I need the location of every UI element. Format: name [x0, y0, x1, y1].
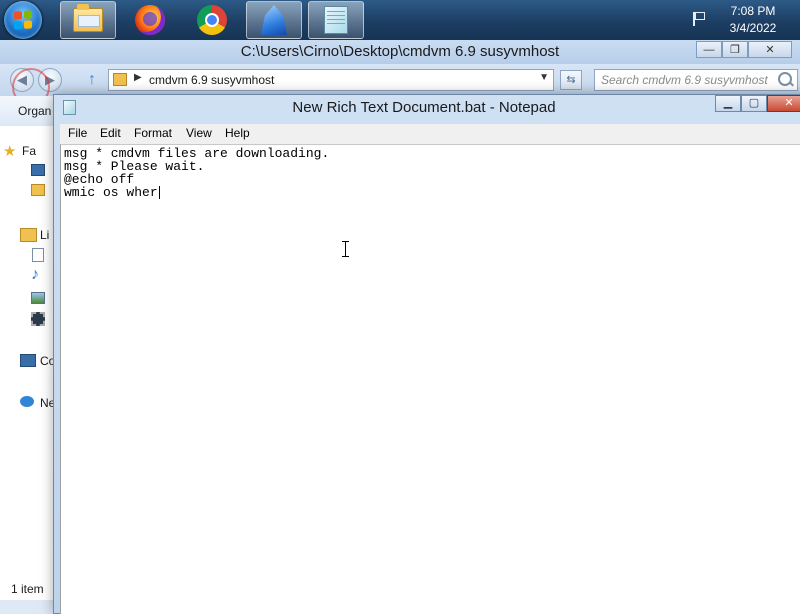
notepad-window-controls: ▁ ▢ ✕ — [715, 95, 800, 113]
pictures-icon[interactable] — [31, 292, 45, 304]
ibeam-cursor-icon — [342, 241, 350, 257]
taskbar-explorer-button[interactable] — [60, 1, 116, 39]
desktop-icon[interactable] — [31, 164, 45, 176]
text-line-current: wmic os wher — [64, 186, 160, 199]
explorer-navigation-bar: ◀ ▶ ↑ ▶ cmdvm 6.9 susyvmhost ▼ ⇆ Search … — [0, 64, 800, 106]
notepad-title: New Rich Text Document.bat - Notepad — [292, 99, 556, 116]
app-icon — [261, 5, 287, 35]
sidebar-item-label: Li — [40, 228, 50, 242]
videos-icon[interactable] — [31, 312, 45, 326]
taskbar-clock[interactable]: 7:08 PM 3/4/2022 — [718, 3, 788, 37]
sidebar-item-favorites[interactable]: ★ Fa — [3, 143, 37, 160]
minimize-button[interactable]: ▁ — [715, 95, 741, 112]
downloads-folder-icon[interactable] — [31, 184, 45, 196]
start-button[interactable] — [4, 1, 42, 39]
network-icon — [20, 396, 34, 407]
close-button[interactable]: ✕ — [767, 95, 800, 112]
taskbar: 7:08 PM 3/4/2022 — [0, 0, 800, 41]
clock-time: 7:08 PM — [730, 4, 776, 18]
minimize-button[interactable]: — — [696, 41, 722, 58]
refresh-button[interactable]: ⇆ — [560, 70, 582, 90]
firefox-icon — [135, 5, 165, 35]
search-icon — [778, 72, 792, 86]
text-caret — [158, 186, 160, 199]
sidebar-item-libraries[interactable]: Li — [20, 228, 50, 242]
maximize-button[interactable]: ▢ — [741, 95, 767, 112]
menu-file[interactable]: File — [68, 126, 87, 140]
library-icon — [20, 228, 37, 242]
menu-view[interactable]: View — [186, 126, 212, 140]
taskbar-notepad-button[interactable] — [308, 1, 364, 39]
taskbar-firefox-button[interactable] — [122, 1, 178, 39]
notepad-window: New Rich Text Document.bat - Notepad ▁ ▢… — [53, 94, 800, 614]
folder-icon — [73, 4, 103, 32]
menu-bar: File Edit Format View Help — [60, 124, 800, 145]
clock-date: 3/4/2022 — [729, 21, 777, 35]
explorer-title: C:\Users\Cirno\Desktop\cmdvm 6.9 susyvmh… — [240, 43, 560, 60]
explorer-window-controls: — ❐ ✕ — [696, 41, 792, 59]
chevron-down-icon[interactable]: ▼ — [539, 72, 549, 83]
search-placeholder: Search cmdvm 6.9 susyvmhost — [601, 73, 768, 87]
documents-icon[interactable] — [32, 248, 44, 262]
windows-logo-icon — [14, 10, 32, 30]
item-count: 1 item — [11, 582, 44, 596]
address-text: cmdvm 6.9 susyvmhost — [149, 73, 275, 87]
up-arrow-icon[interactable]: ↑ — [88, 71, 96, 89]
explorer-title-bar[interactable]: C:\Users\Cirno\Desktop\cmdvm 6.9 susyvmh… — [0, 40, 800, 64]
search-input[interactable]: Search cmdvm 6.9 susyvmhost — [594, 69, 798, 91]
text-editor[interactable]: msg * cmdvm files are downloading. msg *… — [60, 144, 800, 614]
close-button[interactable]: ✕ — [748, 41, 792, 58]
folder-icon — [113, 73, 127, 86]
notepad-icon — [324, 6, 348, 34]
current-line-text: wmic os wher — [64, 185, 158, 200]
music-icon[interactable]: ♪ — [31, 266, 39, 284]
menu-format[interactable]: Format — [134, 126, 172, 140]
star-icon: ★ — [3, 143, 17, 160]
maximize-button[interactable]: ❐ — [722, 41, 748, 58]
menu-help[interactable]: Help — [225, 126, 250, 140]
navigation-pane: ★ Fa Li ♪ Co Ne — [0, 126, 55, 600]
sidebar-item-label: Fa — [22, 144, 37, 158]
computer-icon — [20, 354, 36, 367]
chrome-icon — [197, 5, 227, 35]
taskbar-chrome-button[interactable] — [184, 1, 240, 39]
menu-edit[interactable]: Edit — [100, 126, 121, 140]
chevron-right-icon[interactable]: ▶ — [134, 72, 142, 83]
address-bar[interactable]: ▶ cmdvm 6.9 susyvmhost ▼ — [108, 69, 554, 91]
status-bar: 1 item — [0, 578, 53, 600]
action-center-flag-icon[interactable] — [691, 11, 707, 27]
taskbar-app-button[interactable] — [246, 1, 302, 39]
organize-button[interactable]: Organ — [18, 104, 51, 118]
